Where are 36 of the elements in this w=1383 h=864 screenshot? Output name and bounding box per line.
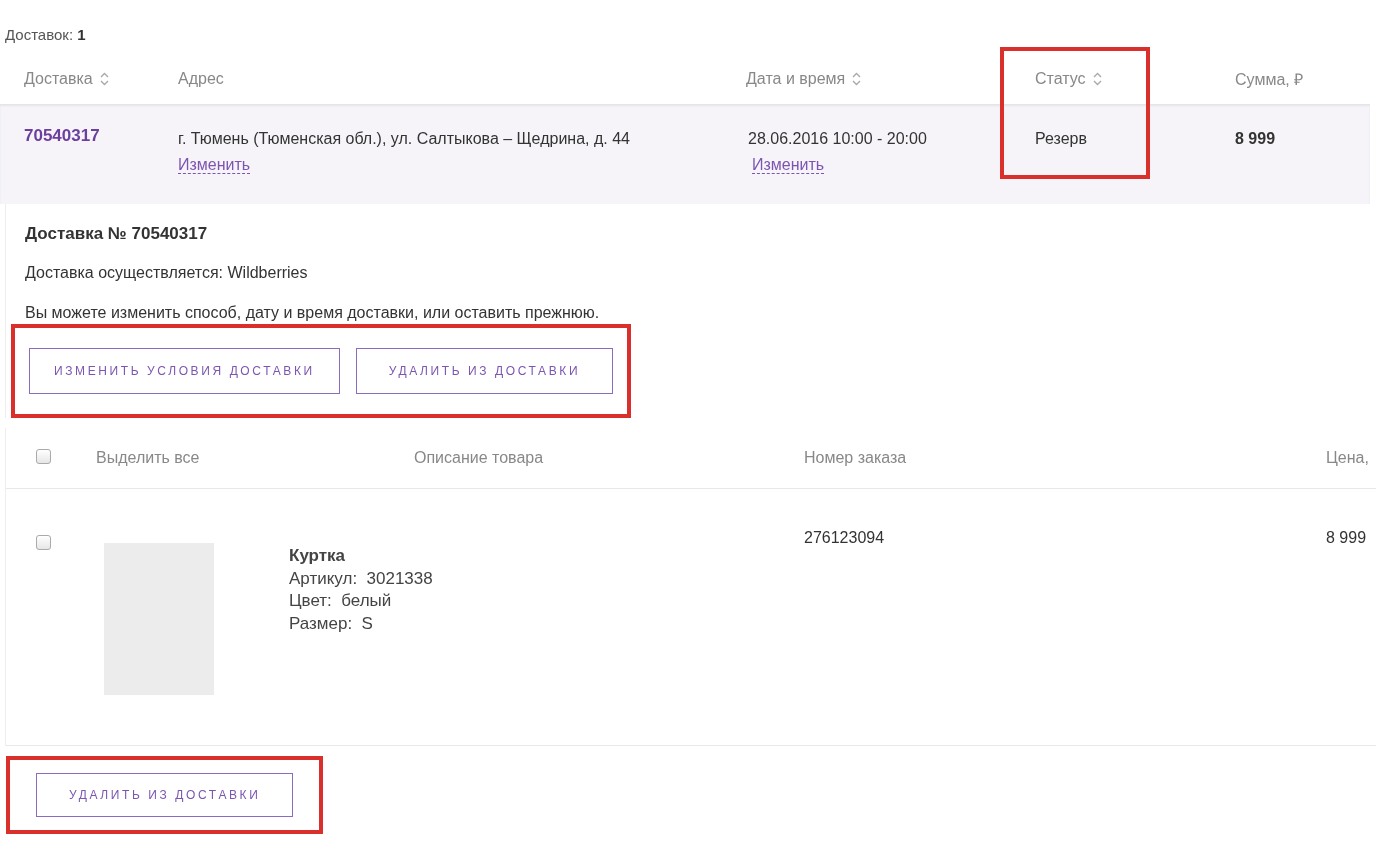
sort-icon[interactable] (99, 72, 109, 86)
datetime-text: 28.06.2016 10:00 - 20:00 (748, 129, 928, 149)
carrier-text: Доставка осуществляется: Wildberries (25, 264, 309, 283)
details-title: Доставка № 70540317 (25, 224, 209, 245)
select-all-label[interactable]: Выделить все (96, 449, 414, 467)
delivery-row[interactable]: 70540317 г. Тюмень (Тюменская обл.), ул. Салтыкова – Щедрина, д. 44 Изменить 28.06.2016 10:00 - 20:00 Изменить Резерв 8 999 (0, 104, 1370, 204)
change-link[interactable]: Изменить (752, 156, 825, 174)
address-text: г. Тюмень (Тюменская обл.), ул. Салтыкова – Щедрина, д. 44 (178, 130, 630, 147)
column-header: Цена, (1326, 449, 1369, 466)
sort-icon[interactable] (852, 72, 862, 86)
status-text: Резерв (1035, 129, 1087, 149)
change-delivery-button[interactable]: ИЗМЕНИТЬ УСЛОВИЯ ДОСТАВКИ (29, 348, 340, 394)
product-detail: Артикул: 3021338 (289, 567, 433, 590)
note-text: Вы можете изменить способ, дату и время доставки, или оставить прежнюю. (25, 304, 601, 323)
delete-button[interactable]: УДАЛИТЬ ИЗ ДОСТАВКИ (355, 348, 614, 394)
column-header: Описание товара (414, 449, 544, 466)
column-header: Сумма, ₽ (1235, 70, 1304, 90)
column-header: Адрес (178, 70, 224, 88)
column-header[interactable]: Дата и время (746, 70, 862, 88)
price-text: 8 999 (1326, 529, 1367, 547)
sort-icon[interactable] (1092, 72, 1102, 86)
column-header: Номер заказа (804, 449, 907, 466)
product-detail: Цвет: белый (289, 590, 392, 612)
column-header[interactable]: Статус (1035, 70, 1102, 88)
order-number: 276123094 (804, 529, 885, 547)
delivery-number-link[interactable]: 70540317 (24, 126, 178, 146)
change-link[interactable]: Изменить (178, 156, 251, 174)
product-detail: Размер: S (289, 612, 373, 635)
product-name: Куртка (289, 545, 346, 567)
delivery-count-label: Доставок: (5, 26, 74, 43)
delivery-count: 1 (77, 26, 86, 43)
column-header[interactable]: Доставка (24, 70, 109, 88)
checkbox[interactable] (36, 535, 51, 550)
checkbox[interactable] (36, 448, 51, 464)
delete-button[interactable]: УДАЛИТЬ ИЗ ДОСТАВКИ (36, 773, 294, 817)
sum-text: 8 999 (1235, 129, 1276, 149)
